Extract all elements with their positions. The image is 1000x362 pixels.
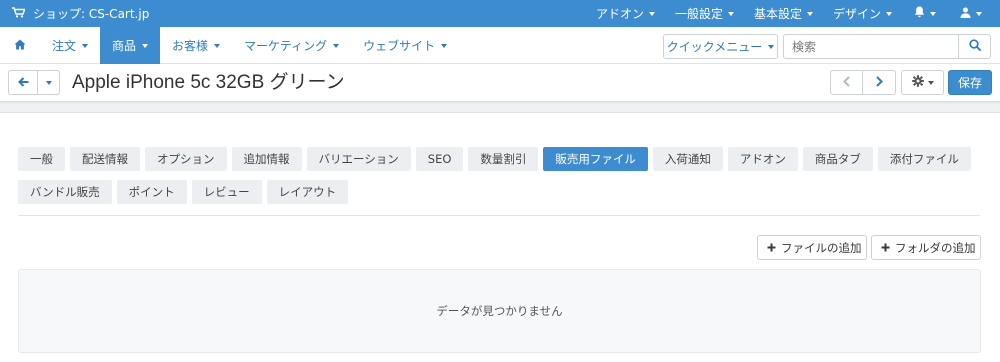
search-input[interactable] [783, 34, 958, 59]
topbar-menu-label: アドオン [595, 7, 644, 21]
topbar-menu-general-settings[interactable]: 一般設定 [665, 0, 744, 27]
settings-dropdown-button[interactable] [901, 70, 944, 95]
chevron-down-icon [648, 11, 655, 16]
topbar-menu-design[interactable]: デザイン [823, 0, 902, 27]
plus-icon [767, 241, 776, 255]
chevron-down-icon [930, 11, 936, 16]
tab-attachments[interactable]: 添付ファイル [877, 147, 971, 171]
content-panel: 一般 配送情報 オプション 追加情報 バリエーション SEO 数量割引 販売用フ… [0, 112, 1000, 362]
chevron-down-icon [82, 43, 89, 48]
nav-item-label: 注文 [52, 39, 77, 53]
chevron-down-icon [886, 11, 892, 16]
chevron-down-icon [727, 11, 734, 16]
bell-icon [914, 6, 925, 21]
tab-points[interactable]: ポイント [116, 180, 187, 204]
tab-product-tabs[interactable]: 商品タブ [802, 147, 873, 171]
tab-additional-info[interactable]: 追加情報 [231, 147, 302, 171]
previous-product-button[interactable] [830, 70, 863, 95]
chevron-down-icon [214, 43, 221, 48]
topbar-menu-label: デザイン [832, 7, 881, 21]
back-history-dropdown[interactable] [38, 70, 60, 95]
chevron-down-icon [806, 11, 813, 16]
chevron-down-icon [142, 43, 149, 48]
tab-shipping[interactable]: 配送情報 [70, 147, 140, 171]
quick-menu-button[interactable]: クイックメニュー [663, 34, 778, 59]
tab-bundles[interactable]: バンドル販売 [18, 180, 112, 204]
tab-reviews[interactable]: レビュー [191, 180, 262, 204]
tab-downloadable-files[interactable]: 販売用ファイル [543, 147, 648, 171]
tab-seo[interactable]: SEO [415, 147, 464, 171]
title-bar: Apple iPhone 5c 32GB グリーン 保存 [0, 64, 1000, 102]
tab-variations[interactable]: バリエーション [306, 147, 411, 171]
user-menu[interactable] [948, 0, 988, 27]
tab-stock-notifications[interactable]: 入荷通知 [652, 147, 723, 171]
chevron-right-icon [875, 75, 883, 90]
topbar-menu-label: 基本設定 [753, 7, 802, 21]
nav-item-label: マーケティング [244, 39, 328, 53]
add-file-button[interactable]: ファイルの追加 [757, 235, 867, 260]
search-icon [968, 39, 981, 54]
tab-options[interactable]: オプション [145, 147, 227, 171]
store-name: ショップ: CS-Cart.jp [33, 7, 150, 21]
store-switcher[interactable]: ショップ: CS-Cart.jp [12, 0, 149, 27]
quick-menu-label: クイックメニュー [666, 40, 763, 54]
nav-item-website[interactable]: ウェブサイト [351, 27, 459, 64]
add-folder-label: フォルダの追加 [895, 240, 976, 255]
nav-item-orders[interactable]: 注文 [40, 27, 100, 64]
chevron-left-icon [843, 75, 850, 90]
page-title: Apple iPhone 5c 32GB グリーン [72, 72, 345, 93]
arrow-left-icon [17, 76, 29, 90]
chevron-down-icon [927, 80, 934, 85]
tabs-divider [18, 215, 980, 216]
home-icon [14, 39, 26, 53]
nav-item-label: お客様 [172, 39, 209, 53]
tab-layout[interactable]: レイアウト [266, 180, 349, 204]
empty-state: データが見つかりません [18, 269, 981, 353]
nav-item-marketing[interactable]: マーケティング [232, 27, 351, 64]
chevron-down-icon [441, 43, 448, 48]
chevron-down-icon [45, 80, 52, 85]
tab-addons[interactable]: アドオン [727, 147, 798, 171]
cart-icon [12, 6, 26, 21]
tab-general[interactable]: 一般 [18, 147, 65, 171]
add-file-label: ファイルの追加 [781, 240, 862, 255]
empty-state-message: データが見つかりません [436, 304, 563, 318]
nav-item-label: ウェブサイト [363, 39, 436, 53]
chevron-down-icon [333, 43, 340, 48]
gear-icon [911, 75, 924, 90]
topbar-menu-addons[interactable]: アドオン [586, 0, 665, 27]
next-product-button[interactable] [862, 70, 896, 95]
add-folder-button[interactable]: フォルダの追加 [871, 235, 981, 260]
nav-home[interactable] [0, 27, 40, 64]
topbar-menu-basic-settings[interactable]: 基本設定 [744, 0, 823, 27]
plus-icon [881, 241, 890, 255]
nav-item-customers[interactable]: お客様 [160, 27, 232, 64]
top-bar: ショップ: CS-Cart.jp アドオン 一般設定 基本設定 デザイン [0, 0, 1000, 27]
chevron-down-icon [976, 11, 982, 16]
user-icon [960, 7, 971, 21]
save-button[interactable]: 保存 [948, 70, 992, 95]
tab-quantity-discounts[interactable]: 数量割引 [468, 147, 539, 171]
search-button[interactable] [958, 34, 991, 59]
back-button[interactable] [8, 70, 38, 95]
topbar-menu-label: 一般設定 [674, 7, 723, 21]
chevron-down-icon [768, 44, 775, 49]
nav-item-label: 商品 [112, 39, 137, 53]
product-tabs: 一般 配送情報 オプション 追加情報 バリエーション SEO 数量割引 販売用フ… [18, 147, 983, 204]
main-nav: 注文 商品 お客様 マーケティング ウェブサイト クイックメニュー [0, 27, 1000, 64]
nav-item-products[interactable]: 商品 [100, 27, 161, 64]
notifications-menu[interactable] [902, 0, 948, 27]
